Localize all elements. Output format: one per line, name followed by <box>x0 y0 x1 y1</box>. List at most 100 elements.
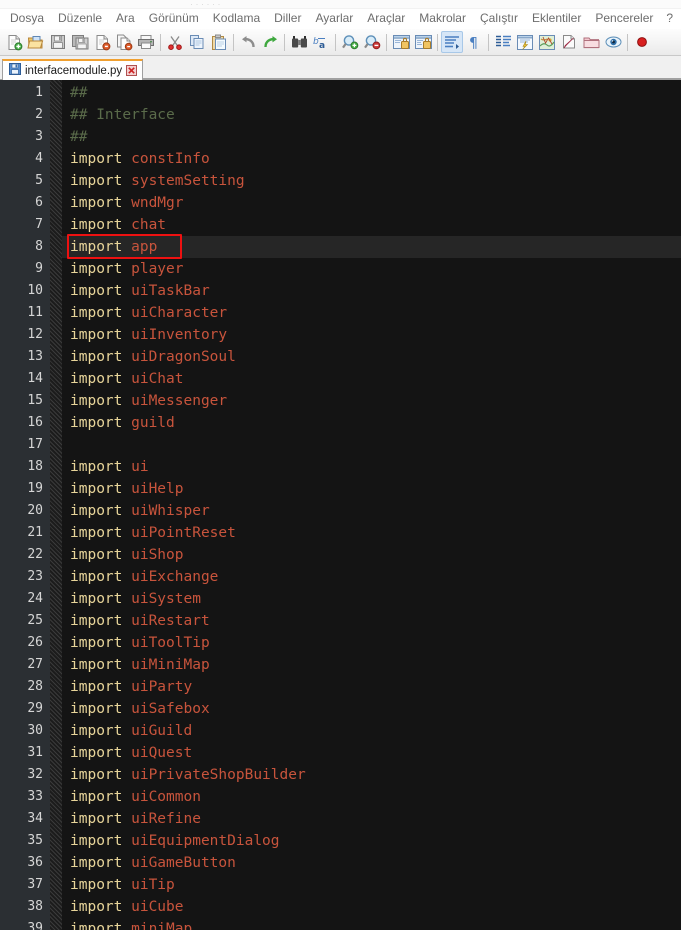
replace-icon[interactable]: b a <box>310 31 332 53</box>
code-line[interactable]: import uiSystem <box>62 588 681 610</box>
tab-interfacemodule-py[interactable]: interfacemodule.py <box>2 59 144 80</box>
open-file-icon[interactable] <box>25 31 47 53</box>
code-line[interactable]: import uiEquipmentDialog <box>62 830 681 852</box>
code-line[interactable]: import app <box>62 236 681 258</box>
code-line[interactable]: ## Interface <box>62 104 681 126</box>
menu-araclar[interactable]: Araçlar <box>360 10 412 28</box>
code-line[interactable]: import uiPointReset <box>62 522 681 544</box>
menu-calistir[interactable]: Çalıştır <box>473 10 525 28</box>
code-line[interactable]: import uiGuild <box>62 720 681 742</box>
toolbar-separator <box>386 33 387 51</box>
code-line[interactable]: import uiQuest <box>62 742 681 764</box>
code-line[interactable]: ## <box>62 126 681 148</box>
code-token-mod: player <box>131 261 184 277</box>
code-line[interactable]: import uiMessenger <box>62 390 681 412</box>
code-token-kw: import <box>70 877 132 893</box>
code-token-mod: chat <box>131 217 167 233</box>
indent-guideline-icon[interactable] <box>492 31 514 53</box>
code-line[interactable]: import uiDragonSoul <box>62 346 681 368</box>
code-line[interactable]: ## <box>62 82 681 104</box>
zoom-in-icon[interactable] <box>339 31 361 53</box>
menu-gorunum[interactable]: Görünüm <box>142 10 206 28</box>
close-all-icon[interactable] <box>113 31 135 53</box>
macro-record-icon[interactable] <box>631 31 653 53</box>
redo-icon[interactable] <box>259 31 281 53</box>
code-line[interactable]: import uiShop <box>62 544 681 566</box>
sync-horizontal-scroll-icon[interactable] <box>412 31 434 53</box>
monitoring-icon[interactable] <box>602 31 624 53</box>
menu-kodlama[interactable]: Kodlama <box>206 10 267 28</box>
code-line[interactable]: import uiRestart <box>62 610 681 632</box>
code-line[interactable]: import uiCube <box>62 896 681 918</box>
fold-margin[interactable] <box>50 80 62 930</box>
zoom-out-icon[interactable] <box>361 31 383 53</box>
code-line[interactable]: import uiToolTip <box>62 632 681 654</box>
code-text-area[interactable]: ## ## Interface ## import constInfo import s… <box>62 80 681 930</box>
code-line[interactable]: import uiRefine <box>62 808 681 830</box>
code-line[interactable]: import uiExchange <box>62 566 681 588</box>
code-line[interactable]: import systemSetting <box>62 170 681 192</box>
code-line[interactable]: import uiChat <box>62 368 681 390</box>
code-token-mod: uiGameButton <box>131 855 236 871</box>
code-token-kw: import <box>70 569 132 585</box>
code-line[interactable]: import uiInventory <box>62 324 681 346</box>
code-line[interactable]: import guild <box>62 412 681 434</box>
code-line[interactable]: import uiWhisper <box>62 500 681 522</box>
code-line[interactable]: import miniMap <box>62 918 681 930</box>
code-editor[interactable]: 1 2 3 4 5 6 7 8 9 10 11 12 13 14 15 16 17 18 19 20 21 22 23 24 2… <box>0 80 681 930</box>
folder-as-workspace-icon[interactable] <box>580 31 602 53</box>
code-line[interactable]: import constInfo <box>62 148 681 170</box>
line-number: 26 <box>27 635 43 650</box>
code-line[interactable]: import uiCommon <box>62 786 681 808</box>
menu-pencereler[interactable]: Pencereler <box>588 10 660 28</box>
code-token-kw: import <box>70 217 132 233</box>
code-line[interactable]: import uiTaskBar <box>62 280 681 302</box>
document-map-icon[interactable] <box>536 31 558 53</box>
menu-duzenle[interactable]: Düzenle <box>51 10 109 28</box>
print-icon[interactable] <box>135 31 157 53</box>
code-line[interactable]: import uiGameButton <box>62 852 681 874</box>
code-token-kw: import <box>70 503 132 519</box>
code-line[interactable]: import uiTip <box>62 874 681 896</box>
close-file-icon[interactable] <box>91 31 113 53</box>
save-icon[interactable] <box>47 31 69 53</box>
sync-vertical-scroll-icon[interactable] <box>390 31 412 53</box>
code-line[interactable] <box>62 434 681 456</box>
menu-eklentiler[interactable]: Eklentiler <box>525 10 588 28</box>
code-line[interactable]: import chat <box>62 214 681 236</box>
menu-makrolar[interactable]: Makrolar <box>412 10 473 28</box>
code-token-kw: import <box>70 525 132 541</box>
code-line[interactable]: import uiCharacter <box>62 302 681 324</box>
code-line[interactable]: import ui <box>62 456 681 478</box>
copy-icon[interactable] <box>186 31 208 53</box>
notepadpp-window: · · · · · · Dosya Düzenle Ara Görünüm Kodlam… <box>0 0 681 930</box>
undo-icon[interactable] <box>237 31 259 53</box>
code-line[interactable]: import uiPrivateShopBuilder <box>62 764 681 786</box>
code-line[interactable]: import uiHelp <box>62 478 681 500</box>
find-icon[interactable] <box>288 31 310 53</box>
new-file-icon[interactable] <box>3 31 25 53</box>
menu-ara[interactable]: Ara <box>109 10 142 28</box>
code-line[interactable]: import wndMgr <box>62 192 681 214</box>
word-wrap-icon[interactable] <box>441 31 463 53</box>
code-line[interactable]: import uiSafebox <box>62 698 681 720</box>
cut-icon[interactable] <box>164 31 186 53</box>
code-line[interactable]: import uiParty <box>62 676 681 698</box>
toolbar-separator <box>488 33 489 51</box>
code-token-mod: uiChat <box>131 371 184 387</box>
save-all-icon[interactable] <box>69 31 91 53</box>
code-line[interactable]: import player <box>62 258 681 280</box>
line-number: 39 <box>27 921 43 930</box>
menu-dosya[interactable]: Dosya <box>3 10 51 28</box>
code-line[interactable]: import uiMiniMap <box>62 654 681 676</box>
show-all-characters-icon[interactable]: ¶ <box>463 31 485 53</box>
menu-diller[interactable]: Diller <box>267 10 308 28</box>
menu-ayarlar[interactable]: Ayarlar <box>308 10 360 28</box>
paste-icon[interactable] <box>208 31 230 53</box>
code-token-mod: uiGuild <box>131 723 193 739</box>
function-list-icon[interactable] <box>558 31 580 53</box>
menu-help[interactable]: ? <box>660 10 679 28</box>
code-token-mod: uiHelp <box>131 481 184 497</box>
user-defined-language-icon[interactable] <box>514 31 536 53</box>
close-icon[interactable] <box>126 65 138 76</box>
